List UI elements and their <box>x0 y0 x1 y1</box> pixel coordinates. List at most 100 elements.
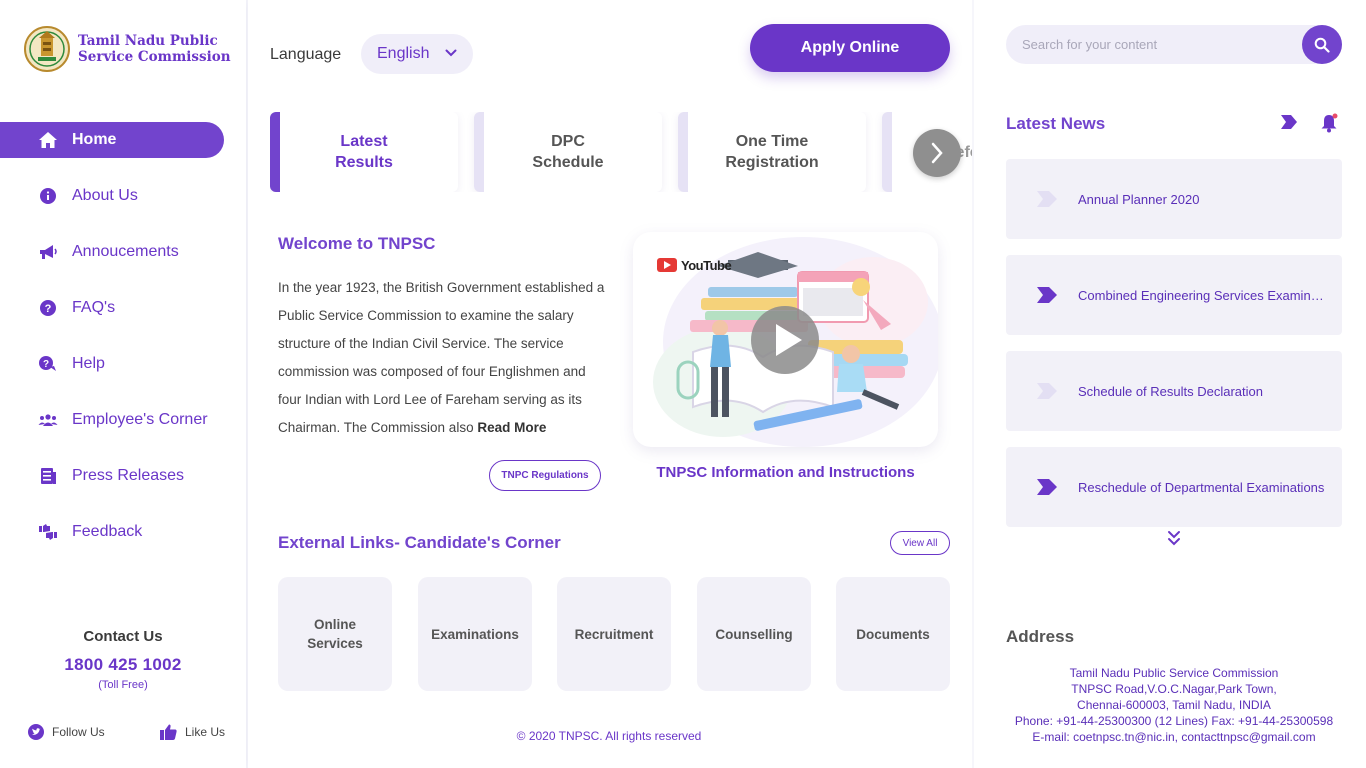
external-links-title: External Links- Candidate's Corner <box>278 533 561 552</box>
tabs-next-button[interactable] <box>913 129 961 177</box>
tab-label-line-2: Results <box>335 154 393 171</box>
external-link-recruitment[interactable]: Recruitment <box>557 577 671 691</box>
sidebar-nav: Home About Us Annoucements ? FAQ's ? Hel… <box>0 122 246 570</box>
news-item-text: Combined Engineering Services Examinatio… <box>1078 287 1328 303</box>
news-bullet-icon <box>1037 191 1057 207</box>
contact-block: Contact Us 1800 425 1002 (Toll Free) <box>0 628 246 691</box>
card-label: Documents <box>856 626 930 642</box>
video-caption[interactable]: TNPSC Information and Instructions <box>633 464 938 481</box>
external-link-examinations[interactable]: Examinations <box>418 577 532 691</box>
search-button[interactable] <box>1302 25 1342 64</box>
newspaper-icon <box>38 466 58 486</box>
tamil-nadu-emblem-logo <box>24 26 70 72</box>
notification-bell-icon[interactable] <box>1320 113 1338 133</box>
twitter-icon <box>28 724 44 740</box>
card-label: Examinations <box>431 626 519 642</box>
brand-name: Tamil Nadu Public Service Commission <box>78 33 231 65</box>
tab-label-line-2: Registration <box>725 154 819 171</box>
contact-phone[interactable]: 1800 425 1002 <box>0 655 246 675</box>
search-icon <box>1314 37 1330 53</box>
tab-label: One Time Registration <box>725 131 818 173</box>
news-item-reschedule-departmental[interactable]: Reschedule of Departmental Examinations <box>1006 447 1342 527</box>
news-bullet-icon <box>1037 287 1057 303</box>
sidebar: Tamil Nadu Public Service Commission Hom… <box>0 0 246 768</box>
card-label-line-2: Services <box>307 636 363 651</box>
news-item-text: Reschedule of Departmental Examinations <box>1078 479 1325 495</box>
sidebar-item-label: Annoucements <box>72 243 179 260</box>
svg-text:?: ? <box>43 359 49 370</box>
apply-online-button[interactable]: Apply Online <box>750 24 950 72</box>
news-item-combined-engineering[interactable]: Combined Engineering Services Examinatio… <box>1006 255 1342 335</box>
sidebar-item-label: About Us <box>72 187 138 204</box>
contact-title: Contact Us <box>83 628 163 645</box>
search-input[interactable] <box>1022 25 1292 64</box>
copyright: © 2020 TNPSC. All rights reserved <box>516 729 702 743</box>
news-bullet-icon <box>1037 479 1057 495</box>
card-label-line-1: Online <box>313 617 356 632</box>
news-bullet-icon <box>1037 383 1057 399</box>
svg-text:?: ? <box>45 303 52 315</box>
card-label: Recruitment <box>574 626 654 642</box>
language-select[interactable]: English <box>361 34 473 74</box>
read-more-link[interactable]: Read More <box>477 420 546 435</box>
video-thumbnail[interactable]: YouTube <box>633 232 938 447</box>
address-line-5: E-mail: coetnpsc.tn@nic.in, contacttnpsc… <box>1032 730 1316 744</box>
sidebar-item-about-us[interactable]: About Us <box>0 178 246 214</box>
sidebar-item-label: Help <box>72 355 105 372</box>
external-link-documents[interactable]: Documents <box>836 577 950 691</box>
tab-label-line-1: DPC <box>551 133 585 150</box>
view-all-button[interactable]: View All <box>890 531 950 555</box>
card-label: Online Services <box>307 615 363 653</box>
tab-label: DPC Schedule <box>532 131 603 173</box>
sidebar-item-home[interactable]: Home <box>0 122 224 158</box>
sidebar-item-employees-corner[interactable]: Employee's Corner <box>0 402 246 438</box>
help-chat-icon: ? <box>38 354 58 374</box>
sidebar-item-label: Feedback <box>72 523 143 540</box>
brand-line-2: Service Commission <box>78 49 231 65</box>
welcome-body: In the year 1923, the British Government… <box>278 280 605 435</box>
tab-one-time-registration[interactable]: One Time Registration <box>678 112 866 192</box>
main-content: Language English Apply Online Latest Res… <box>248 0 972 768</box>
thumbs-icon <box>38 522 58 542</box>
address-line-4: Phone: +91-44-25300300 (12 Lines) Fax: +… <box>1014 714 1334 728</box>
like-us-label: Like Us <box>185 725 226 739</box>
tnpsc-regulations-button[interactable]: TNPC Regulations <box>489 460 601 491</box>
latest-news-title: Latest News <box>1006 114 1106 133</box>
quick-links-tabs: Latest Results DPC Schedule One Time Reg… <box>270 112 972 192</box>
chevron-down-icon <box>445 49 457 57</box>
thumbs-up-icon <box>160 724 177 740</box>
welcome-text: In the year 1923, the British Government… <box>278 274 606 442</box>
megaphone-icon <box>38 242 58 262</box>
sidebar-item-faqs[interactable]: ? FAQ's <box>0 290 246 326</box>
external-link-online-services[interactable]: Online Services <box>278 577 392 691</box>
sidebar-item-press-releases[interactable]: Press Releases <box>0 458 246 494</box>
right-panel: Latest News Annual Planner 2020 Combined… <box>974 0 1366 768</box>
tab-label-line-1: Latest <box>340 133 388 150</box>
chevron-right-icon <box>931 142 943 164</box>
language-label: Language <box>270 46 342 63</box>
address-title: Address <box>1006 627 1075 646</box>
home-icon <box>38 130 58 150</box>
people-icon <box>38 410 58 430</box>
video-illustration <box>653 237 938 447</box>
sidebar-item-feedback[interactable]: Feedback <box>0 514 246 550</box>
sidebar-item-help[interactable]: ? Help <box>0 346 246 382</box>
sidebar-item-announcements[interactable]: Annoucements <box>0 234 246 270</box>
news-item-annual-planner[interactable]: Annual Planner 2020 <box>1006 159 1342 239</box>
news-next-icon[interactable] <box>1280 114 1298 130</box>
tab-dpc-schedule[interactable]: DPC Schedule <box>474 112 662 192</box>
external-link-counselling[interactable]: Counselling <box>697 577 811 691</box>
like-us-link[interactable]: Like Us <box>160 724 225 740</box>
youtube-wordmark: YouTube <box>681 258 732 273</box>
address-line-2: TNPSC Road,V.O.C.Nagar,Park Town, <box>1071 682 1277 696</box>
news-item-schedule-results[interactable]: Schedule of Results Declaration <box>1006 351 1342 431</box>
tab-label-line-1: One Time <box>735 133 809 150</box>
contact-toll-free: (Toll Free) <box>98 679 148 691</box>
address-block: Tamil Nadu Public Service Commission TNP… <box>974 665 1366 745</box>
brand-logo-link[interactable]: Tamil Nadu Public Service Commission <box>24 24 231 74</box>
sidebar-item-label: Home <box>72 131 117 148</box>
double-chevron-down-icon[interactable] <box>1167 530 1181 548</box>
tab-latest-results[interactable]: Latest Results <box>270 112 458 192</box>
follow-us-link[interactable]: Follow Us <box>28 724 105 740</box>
search-box <box>1006 25 1342 64</box>
